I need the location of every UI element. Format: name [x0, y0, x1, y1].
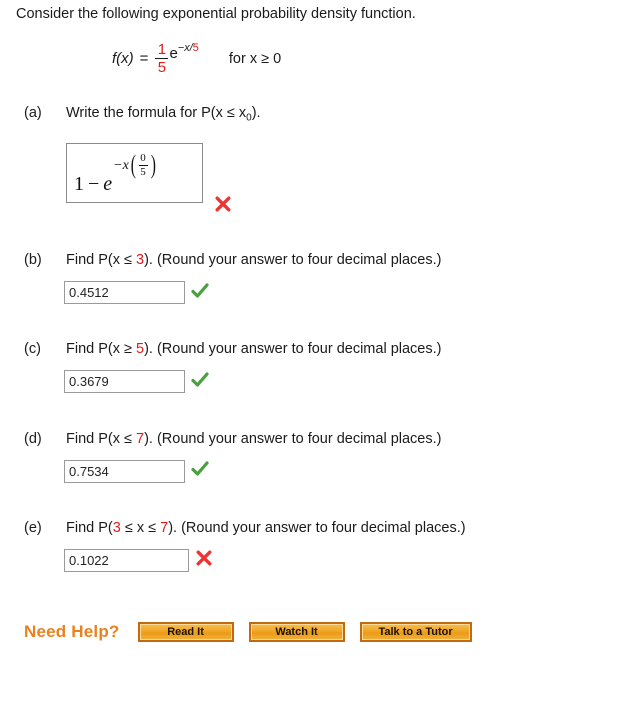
part-d-tag: (d) — [24, 431, 42, 447]
part-e-tag: (e) — [24, 520, 42, 536]
part-a-math-expression: 1 − e −x ( 0 5 ) — [74, 152, 157, 195]
part-d-prompt: (d) Find P(x ≤ 7). (Round your answer to … — [24, 431, 441, 447]
talk-to-a-tutor-button[interactable]: Talk to a Tutor — [359, 622, 472, 642]
formula-e-base: e — [169, 45, 178, 62]
part-a-text-before: Write the formula for P(x ≤ x — [66, 105, 247, 121]
part-b-prompt-value: 3 — [136, 252, 145, 268]
math-exponent-group: −x ( 0 5 ) — [113, 150, 157, 180]
fraction-denominator: 5 — [157, 59, 167, 77]
part-e-prompt-value-high: 7 — [160, 520, 169, 536]
math-e: e — [103, 173, 113, 195]
part-a-answer-box[interactable]: 1 − e −x ( 0 5 ) — [66, 143, 203, 203]
part-b-prompt: (b) Find P(x ≤ 3). (Round your answer to … — [24, 252, 441, 268]
math-minus: − — [88, 173, 100, 195]
exponent-value: 5 — [192, 42, 199, 54]
math-exponent-numerator: 0 — [140, 152, 146, 164]
part-b-correct-icon — [190, 281, 210, 301]
part-b-answer-input[interactable] — [64, 281, 185, 304]
part-e-answer-input[interactable] — [64, 549, 189, 572]
part-e-prompt-prefix: Find P( — [66, 520, 113, 536]
part-d-correct-icon — [190, 459, 210, 479]
fraction-numerator: 1 — [157, 41, 167, 58]
part-c-prompt: (c) Find P(x ≥ 5). (Round your answer to … — [24, 341, 441, 357]
part-d-prompt-value: 7 — [136, 431, 145, 447]
intro-text: Consider the following exponential proba… — [16, 6, 416, 22]
formula-exponent: −x/5 — [178, 42, 199, 54]
formula-fraction: 1 5 — [155, 41, 169, 77]
part-a-prompt: (a) Write the formula for P(x ≤ x0). — [24, 105, 261, 124]
need-help-row: Need Help? Read It Watch It Talk to a Tu… — [24, 619, 487, 645]
read-it-button[interactable]: Read It — [137, 622, 234, 642]
part-e-prompt-suffix: ). (Round your answer to four decimal pl… — [168, 520, 466, 536]
part-e-prompt: (e) Find P(3 ≤ x ≤ 7). (Round your answer… — [24, 520, 466, 536]
part-c-prompt-suffix: ). (Round your answer to four decimal pl… — [144, 341, 442, 357]
part-c-prompt-value: 5 — [136, 341, 145, 357]
watch-it-button[interactable]: Watch It — [248, 622, 345, 642]
part-a-incorrect-icon — [213, 194, 233, 214]
part-b-prompt-prefix: Find P(x ≤ — [66, 252, 137, 268]
part-b-prompt-suffix: ). (Round your answer to four decimal pl… — [144, 252, 442, 268]
math-one: 1 — [74, 173, 84, 195]
math-right-paren: ) — [150, 150, 156, 180]
math-left-paren: ( — [130, 150, 136, 180]
part-c-correct-icon — [190, 370, 210, 390]
part-a-tag: (a) — [24, 105, 42, 121]
part-d-answer-input[interactable] — [64, 460, 185, 483]
exponent-prefix: −x/ — [177, 42, 193, 54]
math-exponent-fraction: 0 5 — [138, 152, 148, 178]
formula-equals: = — [139, 50, 149, 68]
part-a-text-after: ). — [251, 105, 261, 121]
part-d-prompt-prefix: Find P(x ≤ — [66, 431, 137, 447]
pdf-formula: f(x) = 1 5 e −x/5 for x ≥ 0 — [112, 42, 281, 75]
part-c-tag: (c) — [24, 341, 41, 357]
need-help-label: Need Help? — [24, 622, 120, 641]
math-exponent-denominator: 5 — [140, 166, 146, 178]
math-exponent-minus-x: −x — [113, 157, 129, 173]
part-d-prompt-suffix: ). (Round your answer to four decimal pl… — [144, 431, 442, 447]
part-e-prompt-mid: ≤ x ≤ — [120, 520, 161, 536]
part-e-prompt-value-low: 3 — [112, 520, 121, 536]
formula-domain: for x ≥ 0 — [228, 50, 282, 67]
part-c-answer-input[interactable] — [64, 370, 185, 393]
part-e-incorrect-icon — [194, 548, 214, 568]
formula-lhs: f(x) — [112, 50, 134, 68]
part-b-tag: (b) — [24, 252, 42, 268]
part-c-prompt-prefix: Find P(x ≥ — [66, 341, 137, 357]
